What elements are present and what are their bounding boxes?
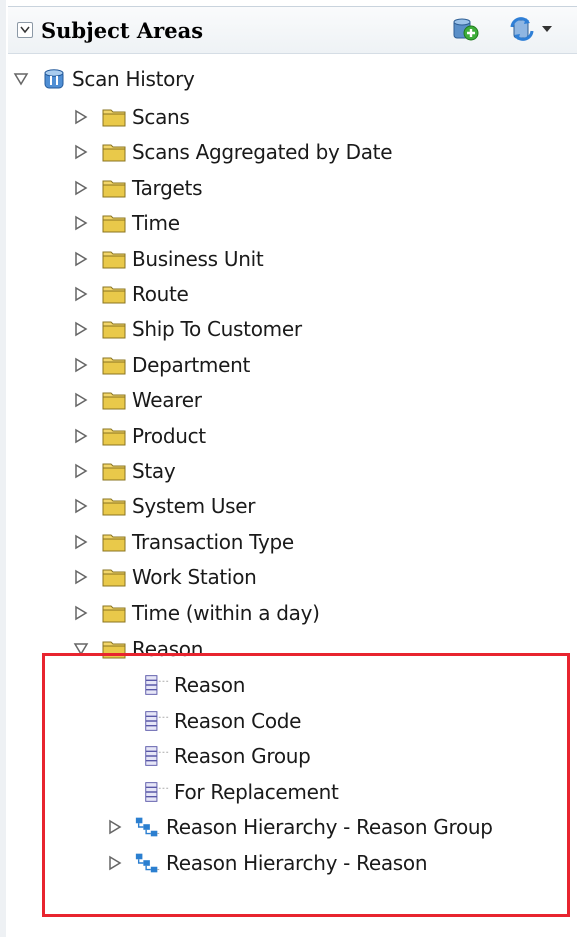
panel-title: Subject Areas bbox=[41, 18, 204, 43]
tree-label: Ship To Customer bbox=[132, 317, 302, 342]
expand-arrow-collapsed-icon[interactable] bbox=[70, 177, 92, 199]
tree-folder-product[interactable]: Product bbox=[70, 419, 206, 453]
new-subject-area-icon[interactable] bbox=[451, 15, 479, 43]
tree-folder-system-user[interactable]: System User bbox=[70, 489, 256, 523]
subject-areas-panel: Subject Areas Scan History Scans Scans A… bbox=[0, 0, 577, 937]
tree-folder-time-within-a-day[interactable]: Time (within a day) bbox=[70, 596, 320, 630]
panel-header: Subject Areas bbox=[8, 6, 577, 54]
tree-label: System User bbox=[132, 494, 256, 519]
folder-icon bbox=[100, 529, 128, 555]
tree-label: Stay bbox=[132, 459, 176, 483]
expand-arrow-collapsed-icon[interactable] bbox=[70, 141, 92, 163]
tree-label: Time bbox=[132, 211, 180, 236]
tree-folder-transaction-type[interactable]: Transaction Type bbox=[70, 525, 294, 559]
expand-arrow-collapsed-icon[interactable] bbox=[70, 106, 92, 128]
expand-arrow-collapsed-icon[interactable] bbox=[70, 212, 92, 234]
folder-icon bbox=[100, 316, 128, 342]
tree-folder-time[interactable]: Time bbox=[70, 206, 180, 240]
refresh-icon[interactable] bbox=[508, 15, 536, 43]
expand-arrow-collapsed-icon[interactable] bbox=[70, 354, 92, 376]
folder-icon bbox=[100, 281, 128, 307]
folder-icon bbox=[100, 210, 128, 236]
folder-icon bbox=[100, 564, 128, 590]
tree-label: Wearer bbox=[132, 388, 202, 413]
tree-label: Business Unit bbox=[132, 246, 264, 271]
tree-label: Route bbox=[132, 282, 189, 306]
expand-arrow-expanded-icon[interactable] bbox=[10, 68, 32, 90]
tree-folder-wearer[interactable]: Wearer bbox=[70, 383, 202, 417]
tree-folder-business-unit[interactable]: Business Unit bbox=[70, 242, 264, 276]
expand-arrow-collapsed-icon[interactable] bbox=[70, 389, 92, 411]
highlight-annotation-box bbox=[42, 653, 570, 917]
tree-folder-work-station[interactable]: Work Station bbox=[70, 560, 257, 594]
folder-icon bbox=[100, 352, 128, 378]
folder-icon bbox=[100, 423, 128, 449]
tree-label: Scans Aggregated by Date bbox=[132, 140, 393, 165]
folder-icon bbox=[100, 175, 128, 201]
expand-arrow-collapsed-icon[interactable] bbox=[70, 248, 92, 270]
expand-arrow-collapsed-icon[interactable] bbox=[70, 318, 92, 340]
expand-arrow-collapsed-icon[interactable] bbox=[70, 566, 92, 588]
tree-label: Targets bbox=[132, 175, 203, 200]
expand-arrow-collapsed-icon[interactable] bbox=[70, 602, 92, 624]
tree-label: Time (within a day) bbox=[132, 600, 320, 625]
expand-arrow-collapsed-icon[interactable] bbox=[70, 425, 92, 447]
folder-icon bbox=[100, 458, 128, 484]
tree-label: Work Station bbox=[132, 565, 257, 590]
folder-icon bbox=[100, 246, 128, 272]
expand-arrow-collapsed-icon[interactable] bbox=[70, 283, 92, 305]
tree-label: Scan History bbox=[72, 67, 195, 91]
tree-folder-route[interactable]: Route bbox=[70, 277, 189, 311]
tree-folder-department[interactable]: Department bbox=[70, 348, 250, 382]
expand-arrow-collapsed-icon[interactable] bbox=[70, 495, 92, 517]
expand-arrow-collapsed-icon[interactable] bbox=[70, 460, 92, 482]
panel-edge bbox=[0, 0, 6, 937]
tree-folder-scans[interactable]: Scans bbox=[70, 100, 190, 134]
folder-icon bbox=[100, 139, 128, 165]
folder-icon bbox=[100, 493, 128, 519]
tree-folder-targets[interactable]: Targets bbox=[70, 171, 203, 205]
tree-label: Transaction Type bbox=[132, 529, 294, 554]
subject-area-icon bbox=[40, 66, 68, 92]
tree-label: Scans bbox=[132, 105, 190, 129]
folder-icon bbox=[100, 104, 128, 130]
tree-folder-stay[interactable]: Stay bbox=[70, 454, 176, 488]
tree-label: Department bbox=[132, 352, 251, 377]
folder-icon bbox=[100, 600, 128, 626]
tree-label: Product bbox=[132, 423, 206, 448]
collapse-toggle-icon[interactable] bbox=[17, 22, 33, 38]
chevron-down-icon[interactable] bbox=[541, 24, 553, 34]
tree-folder-ship-to-customer[interactable]: Ship To Customer bbox=[70, 312, 302, 346]
folder-icon bbox=[100, 387, 128, 413]
expand-arrow-collapsed-icon[interactable] bbox=[70, 531, 92, 553]
tree-folder-scans-aggregated-by-date[interactable]: Scans Aggregated by Date bbox=[70, 135, 393, 169]
tree-root-scan-history[interactable]: Scan History bbox=[10, 62, 195, 96]
